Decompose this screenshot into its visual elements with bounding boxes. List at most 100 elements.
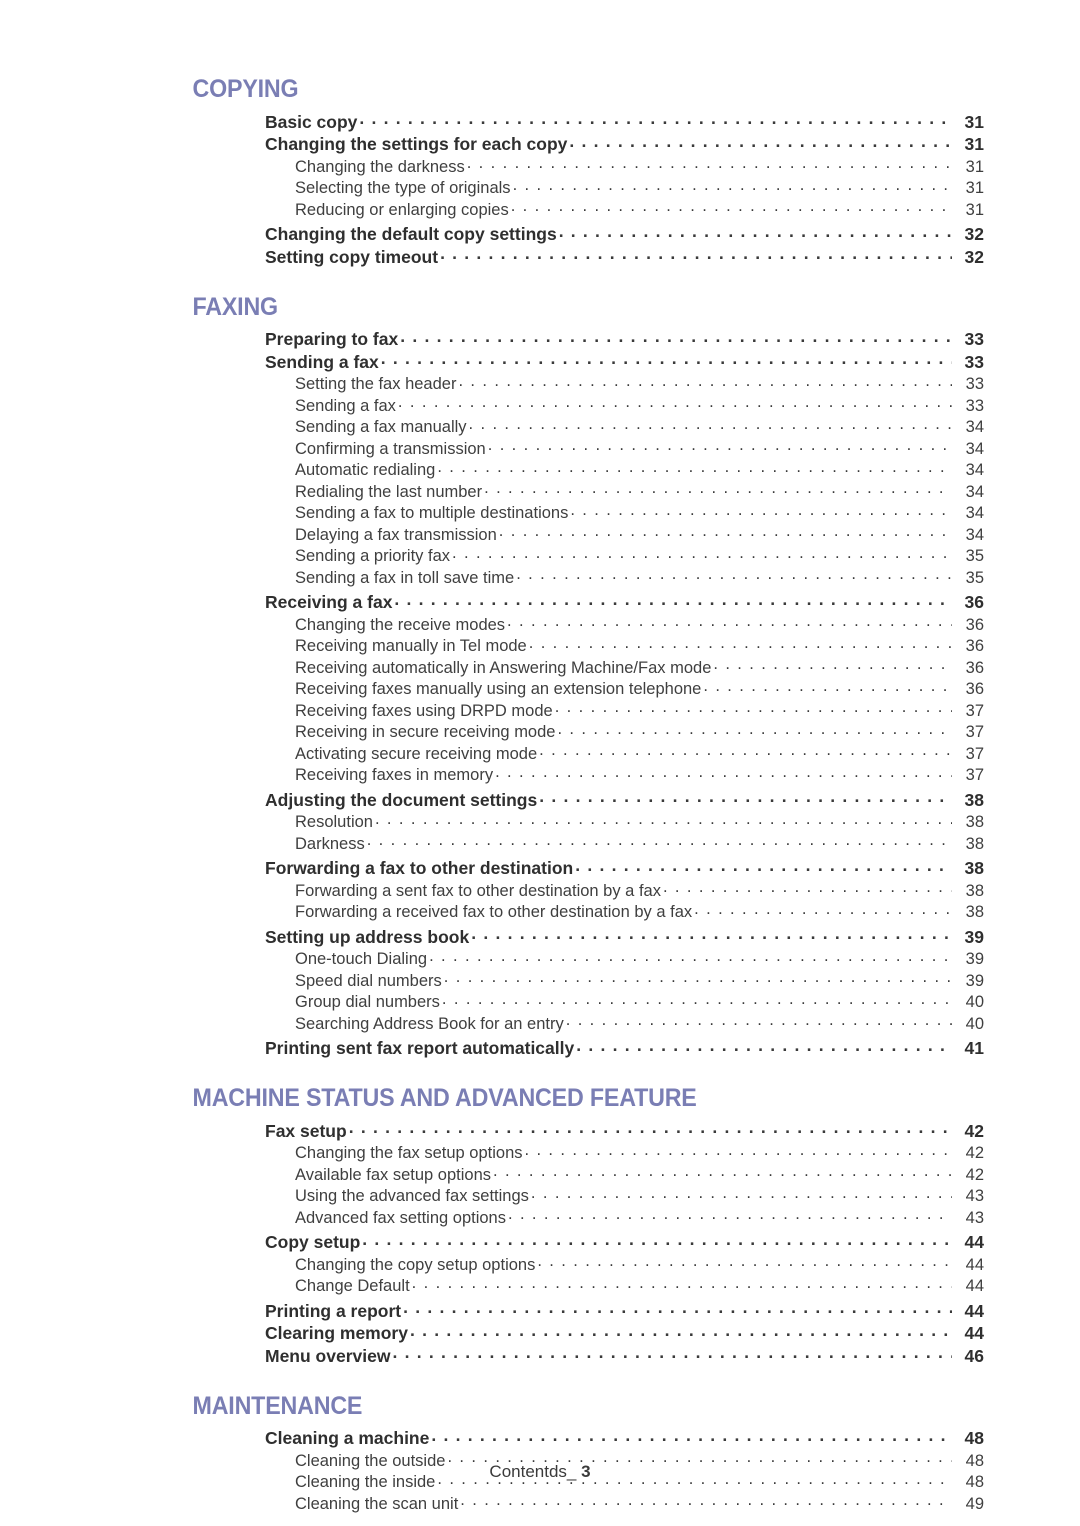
toc-entry[interactable]: Forwarding a fax to other destination 38 xyxy=(0,857,1080,880)
dot-leader xyxy=(499,523,952,540)
toc-entry-page-number: 37 xyxy=(965,723,984,741)
toc-entry-page-number: 36 xyxy=(965,637,984,655)
page-footer: Contentds_ 3 xyxy=(0,1461,1080,1483)
dot-leader xyxy=(516,566,952,583)
toc-entry[interactable]: Sending a fax 33 xyxy=(0,350,1080,373)
toc-entry[interactable]: Receiving manually in Tel mode 36 xyxy=(0,635,1080,657)
toc-entry-label: Cleaning a machine xyxy=(265,1428,430,1448)
toc-entry[interactable]: Receiving faxes using DRPD mode 37 xyxy=(0,699,1080,721)
toc-entry-label: Forwarding a fax to other destination xyxy=(265,858,574,878)
dot-leader xyxy=(412,1275,952,1292)
toc-entry[interactable]: Selecting the type of originals 31 xyxy=(0,177,1080,199)
toc-entry-label: One-touch Dialing xyxy=(295,950,428,968)
toc-entry[interactable]: Sending a fax manually 34 xyxy=(0,416,1080,438)
toc-entry-page-number: 34 xyxy=(965,461,984,479)
toc-entry[interactable]: Forwarding a received fax to other desti… xyxy=(0,901,1080,923)
toc-entry-label: Reducing or enlarging copies xyxy=(295,200,509,219)
dot-leader xyxy=(437,459,952,476)
toc-entry[interactable]: Searching Address Book for an entry 40 xyxy=(0,1012,1080,1034)
dot-leader xyxy=(493,1163,952,1180)
toc-entry[interactable]: Changing the darkness 31 xyxy=(0,155,1080,177)
toc-entry-label: Searching Address Book for an entry xyxy=(295,1014,564,1033)
dot-leader xyxy=(511,198,952,215)
toc-entry[interactable]: Sending a fax to multiple destinations 34 xyxy=(0,502,1080,524)
toc-entry-label: Selecting the type of originals xyxy=(295,179,511,197)
toc-entry[interactable]: Changing the default copy settings 32 xyxy=(0,223,1080,246)
section-heading: COPYING xyxy=(192,75,299,103)
toc-entry[interactable]: Receiving a fax 36 xyxy=(0,591,1080,614)
toc-entry[interactable]: Basic copy 31 xyxy=(0,110,1080,133)
dot-leader xyxy=(566,1012,952,1029)
toc-entry-label: Changing the copy setup options xyxy=(295,1255,536,1274)
toc-entry[interactable]: Change Default 44 xyxy=(0,1275,1080,1297)
toc-entry[interactable]: Delaying a fax transmission 34 xyxy=(0,523,1080,545)
toc-entry[interactable]: Using the advanced fax settings 43 xyxy=(0,1185,1080,1207)
toc-entry[interactable]: Preparing to fax 33 xyxy=(0,328,1080,351)
toc-entry[interactable]: One-touch Dialing 39 xyxy=(0,948,1080,970)
toc-entry[interactable]: Copy setup 44 xyxy=(0,1231,1080,1254)
toc-entry[interactable]: Available fax setup options 42 xyxy=(0,1163,1080,1185)
toc-entry[interactable]: Sending a fax in toll save time 35 xyxy=(0,566,1080,588)
toc-section: MAINTENANCECleaning a machine48Cleaning … xyxy=(0,1391,1080,1514)
toc-entry[interactable]: Cleaning the scan unit 49 xyxy=(0,1492,1080,1514)
toc-entry[interactable]: Sending a priority fax 35 xyxy=(0,545,1080,567)
dot-leader xyxy=(537,1253,952,1270)
toc-entry-label: Changing the receive modes xyxy=(295,615,506,634)
toc-entry[interactable]: Clearing memory 44 xyxy=(0,1322,1080,1345)
toc-sections-container: COPYING Basic copy31Changing the settings… xyxy=(0,74,1080,1514)
toc-entry[interactable]: Adjusting the document settings 38 xyxy=(0,788,1080,811)
dot-leader xyxy=(694,901,952,918)
toc-entry[interactable]: Receiving faxes in memory 37 xyxy=(0,764,1080,786)
toc-entry[interactable]: Redialing the last number 34 xyxy=(0,480,1080,502)
toc-entry[interactable]: Group dial numbers 40 xyxy=(0,991,1080,1013)
toc-entry[interactable]: Changing the fax setup options 42 xyxy=(0,1142,1080,1164)
toc-entry[interactable]: Changing the receive modes 36 xyxy=(0,613,1080,635)
footer-page-number: 3 xyxy=(581,1462,591,1481)
toc-entry[interactable]: Forwarding a sent fax to other destinati… xyxy=(0,879,1080,901)
toc-entry-page-number: 33 xyxy=(964,329,984,349)
toc-entry[interactable]: Cleaning a machine 48 xyxy=(0,1427,1080,1450)
toc-entry[interactable]: Confirming a transmission 34 xyxy=(0,437,1080,459)
toc-entry-label: Setting up address book xyxy=(265,926,470,947)
dot-leader xyxy=(460,1492,952,1509)
toc-entry-page-number: 34 xyxy=(965,525,984,544)
toc-entry[interactable]: Automatic redialing 34 xyxy=(0,459,1080,481)
toc-entry[interactable]: Advanced fax setting options 43 xyxy=(0,1206,1080,1228)
toc-entry[interactable]: Setting copy timeout 32 xyxy=(0,245,1080,268)
toc-entry[interactable]: Setting up address book 39 xyxy=(0,925,1080,948)
toc-entry[interactable]: Activating secure receiving mode 37 xyxy=(0,742,1080,764)
toc-entry-label: Fax setup xyxy=(265,1120,347,1141)
toc-entry-label: Activating secure receiving mode xyxy=(295,744,538,763)
toc-entry[interactable]: Sending a fax 33 xyxy=(0,394,1080,416)
toc-entry[interactable]: Receiving automatically in Answering Mac… xyxy=(0,656,1080,678)
toc-entry-page-number: 31 xyxy=(964,134,984,154)
dot-leader xyxy=(529,635,952,652)
toc-entry-page-number: 37 xyxy=(965,744,984,763)
toc-entry-label: Forwarding a sent fax to other destinati… xyxy=(295,881,661,900)
toc-entry[interactable]: Printing sent fax report automatically 41 xyxy=(0,1037,1080,1060)
toc-entry-page-number: 38 xyxy=(965,834,984,853)
toc-entry[interactable]: Fax setup 42 xyxy=(0,1119,1080,1142)
toc-entry-page-number: 42 xyxy=(965,1144,984,1162)
toc-entry-list: Basic copy31Changing the settings for ea… xyxy=(0,110,1080,268)
toc-entry-label: Speed dial numbers xyxy=(295,971,442,990)
toc-entry[interactable]: Changing the settings for each copy 31 xyxy=(0,133,1080,156)
toc-entry-page-number: 44 xyxy=(964,1232,984,1252)
toc-entry-page-number: 36 xyxy=(965,680,984,698)
toc-entry[interactable]: Resolution 38 xyxy=(0,811,1080,833)
toc-entry[interactable]: Printing a report 44 xyxy=(0,1299,1080,1322)
toc-entry[interactable]: Speed dial numbers 39 xyxy=(0,969,1080,991)
toc-entry[interactable]: Menu overview 46 xyxy=(0,1344,1080,1367)
toc-entry-page-number: 33 xyxy=(965,375,984,393)
toc-entry[interactable]: Receiving faxes manually using an extens… xyxy=(0,678,1080,700)
toc-entry[interactable]: Darkness 38 xyxy=(0,832,1080,854)
toc-entry-page-number: 41 xyxy=(964,1038,984,1058)
toc-entry-label: Adjusting the document settings xyxy=(265,789,538,810)
toc-entry-label: Preparing to fax xyxy=(265,329,399,349)
toc-entry[interactable]: Receiving in secure receiving mode 37 xyxy=(0,721,1080,743)
toc-entry[interactable]: Setting the fax header 33 xyxy=(0,373,1080,395)
dot-leader xyxy=(539,742,952,759)
toc-entry-label: Clearing memory xyxy=(265,1323,408,1343)
toc-entry[interactable]: Reducing or enlarging copies 31 xyxy=(0,198,1080,220)
toc-entry[interactable]: Changing the copy setup options 44 xyxy=(0,1253,1080,1275)
